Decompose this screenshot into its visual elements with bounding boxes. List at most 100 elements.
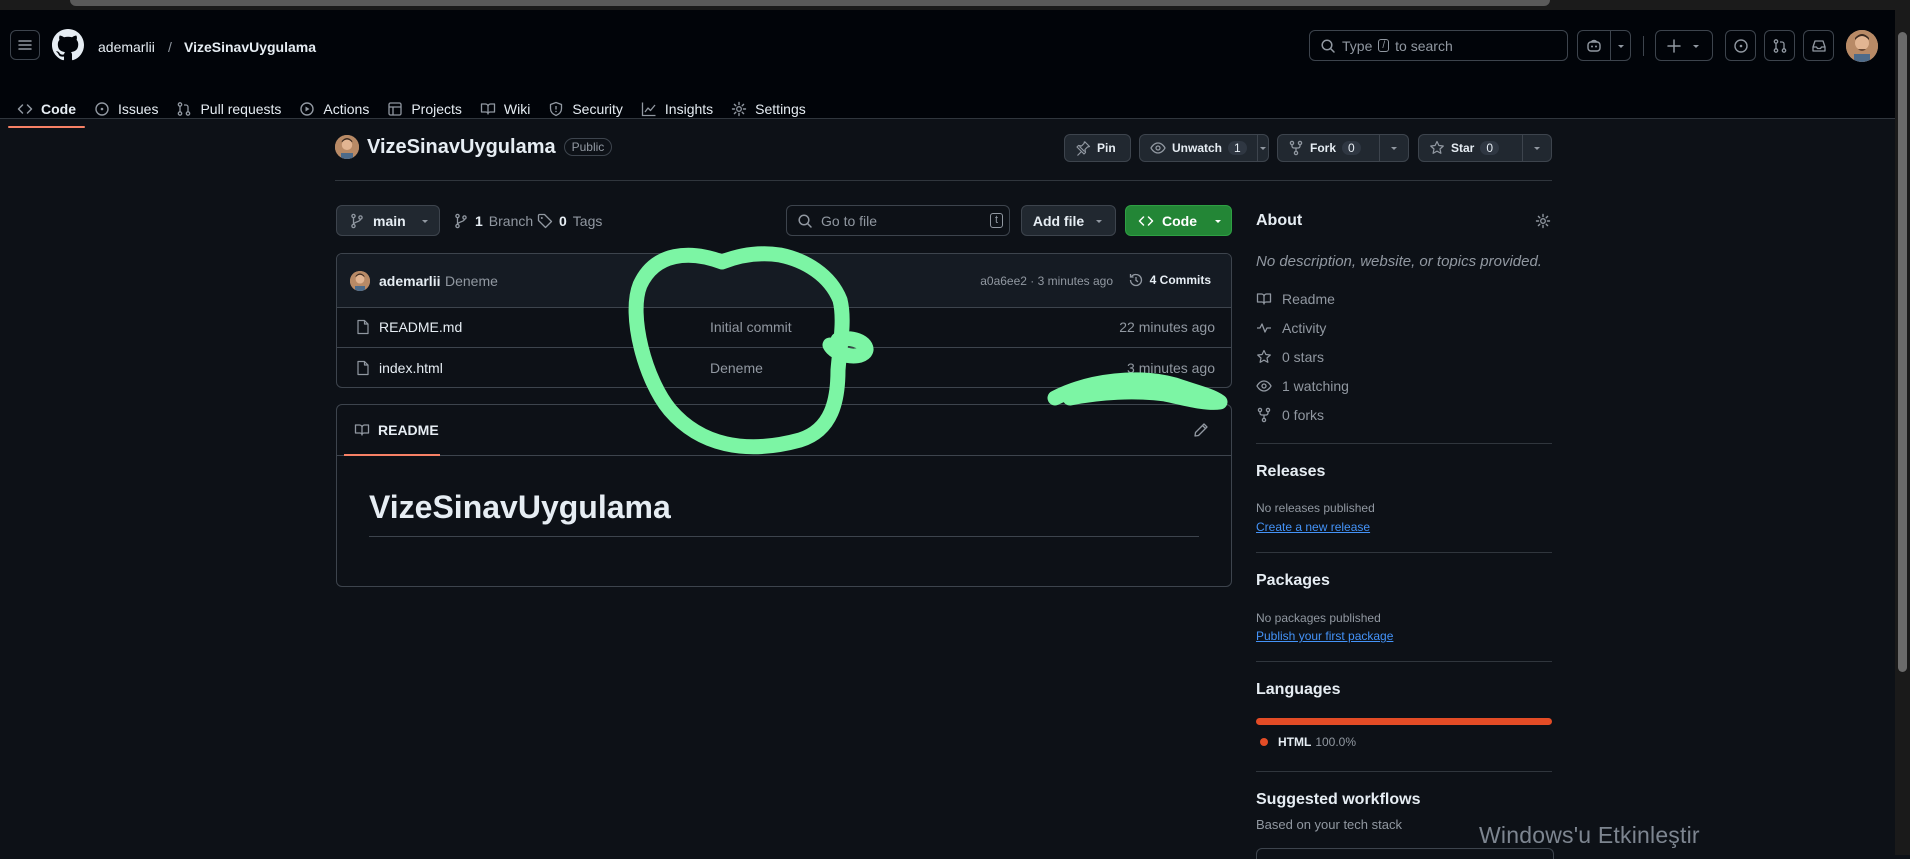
tab-settings-label: Settings — [755, 101, 806, 117]
github-logo-icon[interactable] — [52, 29, 84, 61]
branches-link[interactable]: 1 Branch — [453, 213, 533, 229]
menu-button[interactable] — [10, 30, 40, 60]
eye-icon — [1150, 142, 1166, 154]
star-counter: 0 — [1480, 141, 1500, 155]
copilot-button[interactable] — [1577, 30, 1631, 61]
book-icon — [480, 103, 496, 115]
file-commit-message[interactable]: Initial commit — [710, 319, 792, 335]
tab-projects-label: Projects — [411, 101, 462, 117]
browser-top-strip — [0, 0, 1910, 10]
about-link-readme[interactable]: Readme — [1256, 291, 1335, 307]
breadcrumb-separator: / — [168, 39, 172, 55]
breadcrumb-owner[interactable]: ademarlii — [98, 39, 155, 55]
issues-button[interactable] — [1725, 30, 1756, 61]
file-row[interactable]: index.html Deneme 3 minutes ago — [337, 348, 1231, 387]
about-link-stars[interactable]: 0 stars — [1256, 349, 1324, 365]
repo-title-row: VizeSinavUygulama Public — [335, 135, 613, 159]
add-file-button[interactable]: Add file — [1021, 205, 1116, 236]
watch-counter: 1 — [1228, 141, 1247, 155]
create-new-button[interactable] — [1655, 30, 1713, 61]
file-row[interactable]: README.md Initial commit 22 minutes ago — [337, 307, 1231, 348]
tab-security-label: Security — [572, 101, 623, 117]
commit-hash-time[interactable]: a0a6ee2 · 3 minutes ago — [980, 274, 1113, 288]
tab-issues-label: Issues — [118, 101, 159, 117]
tab-wiki[interactable]: Wiki — [471, 92, 539, 126]
chevron-down-icon[interactable] — [1379, 135, 1408, 161]
commits-link[interactable]: 4 Commits — [1128, 272, 1211, 288]
commit-author[interactable]: ademarlii — [379, 273, 440, 289]
about-description: No description, website, or topics provi… — [1256, 253, 1542, 270]
tag-count: 0 — [559, 213, 567, 229]
gear-icon[interactable] — [1535, 213, 1551, 229]
code-button[interactable]: Code — [1125, 205, 1232, 236]
tab-code[interactable]: Code — [8, 92, 85, 128]
header-divider — [1643, 36, 1644, 56]
packages-title[interactable]: Packages — [1256, 572, 1330, 590]
readme-tab-label: README — [378, 422, 439, 438]
search-input[interactable]: Type / to search — [1309, 30, 1568, 61]
inbox-button[interactable] — [1803, 30, 1834, 61]
copilot-icon[interactable] — [1578, 31, 1611, 60]
releases-empty: No releases published — [1256, 501, 1375, 515]
about-link-forks[interactable]: 0 forks — [1256, 407, 1324, 423]
owner-avatar[interactable] — [335, 135, 359, 159]
fork-icon — [1289, 140, 1303, 156]
search-icon — [798, 213, 812, 228]
breadcrumb-repo[interactable]: VizeSinavUygulama — [184, 39, 316, 55]
history-icon — [1129, 273, 1142, 287]
plus-icon — [1667, 38, 1681, 53]
user-avatar[interactable] — [1846, 30, 1878, 62]
tab-projects[interactable]: Projects — [378, 92, 471, 126]
about-link-label: Activity — [1282, 320, 1327, 336]
about-title: About — [1256, 212, 1303, 229]
branch-icon — [455, 213, 467, 229]
language-item[interactable]: HTML 100.0% — [1260, 735, 1356, 749]
unwatch-button[interactable]: Unwatch 1 — [1139, 134, 1269, 162]
file-name[interactable]: README.md — [379, 319, 462, 335]
branch-selector[interactable]: main — [336, 205, 440, 236]
pull-requests-button[interactable] — [1764, 30, 1795, 61]
file-commit-message[interactable]: Deneme — [710, 360, 763, 376]
file-age: 22 minutes ago — [1119, 319, 1215, 335]
chevron-down-icon[interactable] — [1256, 135, 1268, 161]
go-to-file-input[interactable]: Go to file t — [786, 205, 1010, 236]
file-name[interactable]: index.html — [379, 360, 443, 376]
repo-title[interactable]: VizeSinavUygulama — [367, 136, 556, 159]
tab-issues[interactable]: Issues — [85, 92, 167, 126]
issue-icon — [95, 102, 109, 116]
tab-security[interactable]: Security — [539, 92, 632, 126]
tab-pull-requests[interactable]: Pull requests — [167, 92, 290, 126]
about-link-activity[interactable]: Activity — [1256, 320, 1326, 336]
create-release-link[interactable]: Create a new release — [1256, 520, 1370, 534]
page-scrollbar[interactable] — [1895, 10, 1910, 855]
go-to-file-placeholder: Go to file — [821, 212, 878, 229]
workflow-card[interactable] — [1256, 848, 1554, 859]
tab-settings[interactable]: Settings — [722, 92, 815, 126]
pencil-icon[interactable] — [1193, 422, 1209, 438]
commit-message[interactable]: Deneme — [445, 273, 498, 289]
workflows-subtitle: Based on your tech stack — [1256, 817, 1402, 832]
scrollbar-thumb[interactable] — [1898, 32, 1907, 672]
search-shortcut-key: / — [1378, 39, 1390, 52]
code-icon — [17, 104, 33, 114]
pin-button[interactable]: Pin — [1064, 134, 1131, 162]
chevron-down-icon[interactable] — [1522, 135, 1551, 161]
search-prefix: Type — [1342, 37, 1373, 54]
languages-title: Languages — [1256, 681, 1341, 698]
sidebar-divider — [1256, 771, 1552, 772]
visibility-badge: Public — [563, 138, 613, 156]
tab-actions[interactable]: Actions — [290, 92, 378, 126]
chevron-down-icon[interactable] — [1611, 31, 1630, 60]
tags-link[interactable]: 0 Tags — [537, 213, 602, 229]
about-link-watching[interactable]: 1 watching — [1256, 378, 1349, 394]
gear-icon — [731, 101, 747, 117]
fork-button[interactable]: Fork 0 — [1277, 134, 1409, 162]
publish-package-link[interactable]: Publish your first package — [1256, 629, 1393, 643]
star-button[interactable]: Star 0 — [1418, 134, 1552, 162]
tab-actions-label: Actions — [323, 101, 370, 117]
tab-readme[interactable]: README — [344, 405, 440, 456]
commit-author-avatar[interactable] — [350, 271, 370, 291]
releases-title[interactable]: Releases — [1256, 463, 1325, 481]
about-link-label: 1 watching — [1282, 378, 1349, 394]
tab-insights[interactable]: Insights — [632, 92, 722, 126]
